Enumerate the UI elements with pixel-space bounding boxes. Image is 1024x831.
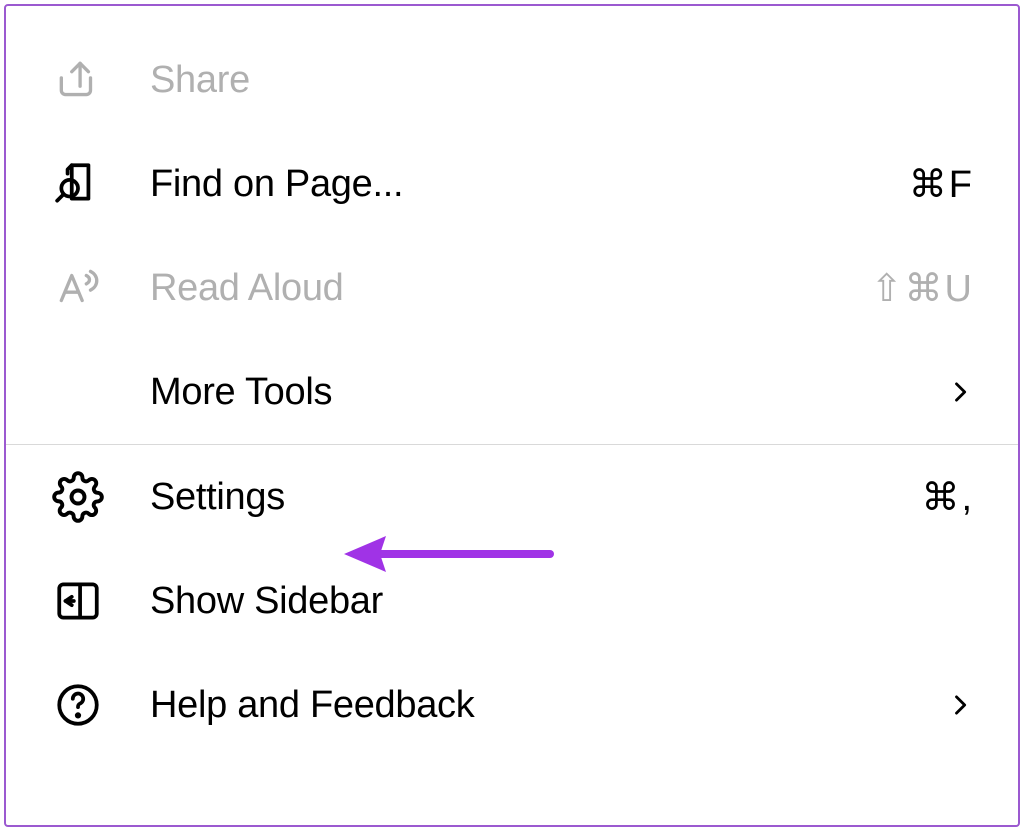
menu-popup: Share Find on Page... ⌘F [4,4,1020,827]
menu-label-read-aloud: Read Aloud [150,267,871,310]
more-tools-icon-placeholder [50,364,106,420]
menu-list: Share Find on Page... ⌘F [6,6,1018,757]
menu-item-find[interactable]: Find on Page... ⌘F [6,132,1018,236]
menu-item-more-tools[interactable]: More Tools [6,340,1018,444]
shortcut-read-aloud: ⇧⌘U [871,266,974,311]
help-icon [50,677,106,733]
menu-label-show-sidebar: Show Sidebar [150,580,974,623]
chevron-right-icon [946,378,974,406]
menu-item-show-sidebar[interactable]: Show Sidebar [6,549,1018,653]
menu-label-find: Find on Page... [150,163,909,206]
gear-icon [50,469,106,525]
share-icon [50,52,106,108]
menu-item-share: Share [6,28,1018,132]
read-aloud-icon [50,260,106,316]
chevron-right-icon [946,691,974,719]
menu-item-settings[interactable]: Settings ⌘, [6,445,1018,549]
menu-label-more-tools: More Tools [150,371,946,414]
menu-item-help[interactable]: Help and Feedback [6,653,1018,757]
menu-item-read-aloud: Read Aloud ⇧⌘U [6,236,1018,340]
menu-label-settings: Settings [150,476,921,519]
sidebar-icon [50,573,106,629]
menu-label-help: Help and Feedback [150,684,946,727]
shortcut-find: ⌘F [909,162,974,207]
menu-label-share: Share [150,59,974,102]
find-on-page-icon [50,156,106,212]
shortcut-settings: ⌘, [921,475,974,520]
